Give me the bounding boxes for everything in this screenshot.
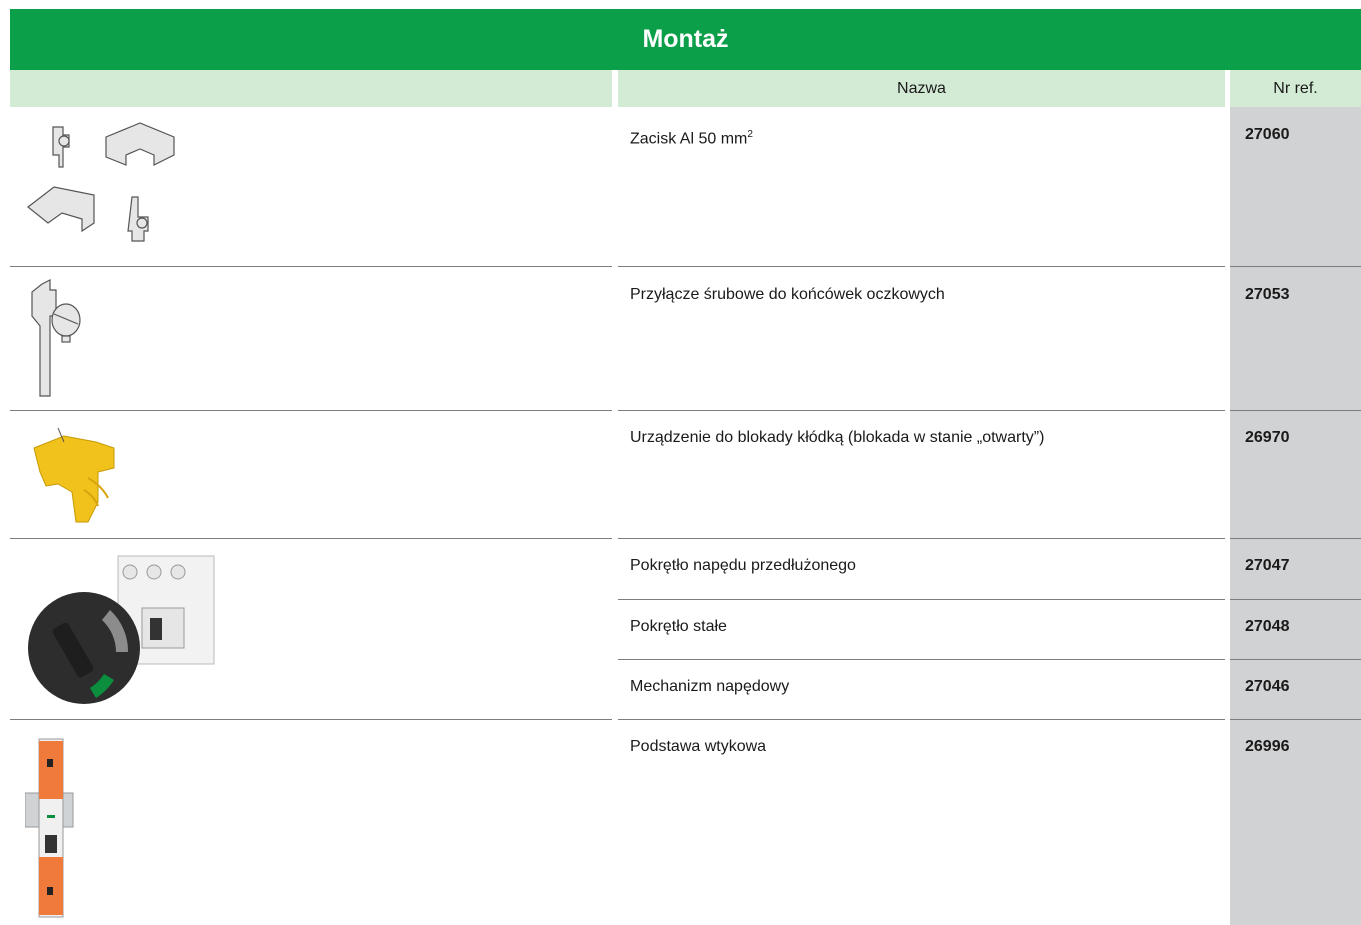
row-divider [1230, 538, 1361, 539]
ref-column-header: Nr ref. [1230, 70, 1361, 107]
table-title: Montaż [10, 9, 1361, 70]
reference-number: 27047 [1245, 557, 1290, 574]
row-divider [618, 659, 1225, 660]
row-divider [10, 410, 612, 411]
row-divider [10, 719, 612, 720]
plug-in-base-image [25, 738, 74, 918]
row-divider [1230, 410, 1361, 411]
row-divider [1230, 599, 1361, 600]
reference-number: 27048 [1245, 618, 1290, 635]
reference-number: 27060 [1245, 126, 1290, 143]
ref-column-background [1230, 107, 1361, 925]
product-name: Podstawa wtykowa [630, 738, 767, 755]
product-name: Urządzenie do blokady kłódką (blokada w … [630, 429, 1045, 446]
padlock-device-image [33, 427, 115, 523]
aluminium-terminal-image [27, 122, 175, 242]
row-divider [10, 266, 612, 267]
product-name: Pokrętło stałe [630, 618, 727, 635]
row-divider [1230, 719, 1361, 720]
row-divider [618, 719, 1225, 720]
row-divider [618, 538, 1225, 539]
row-divider [1230, 266, 1361, 267]
screw-connector-image [31, 279, 81, 397]
product-name: Mechanizm napędowy [630, 678, 790, 695]
row-divider [618, 410, 1225, 411]
rotary-handle-image [28, 555, 215, 704]
product-name: Zacisk Al 50 mm2 [630, 129, 753, 148]
row-divider [1230, 659, 1361, 660]
reference-number: 26970 [1245, 429, 1290, 446]
row-divider [618, 599, 1225, 600]
product-name: Przyłącze śrubowe do końcówek oczkowych [630, 286, 945, 303]
row-divider [10, 538, 612, 539]
name-column-header: Nazwa [618, 70, 1225, 107]
product-name: Pokrętło napędu przedłużonego [630, 557, 856, 574]
image-column-header [10, 70, 612, 107]
reference-number: 26996 [1245, 738, 1290, 755]
reference-number: 27046 [1245, 678, 1290, 695]
row-divider [618, 266, 1225, 267]
reference-number: 27053 [1245, 286, 1290, 303]
